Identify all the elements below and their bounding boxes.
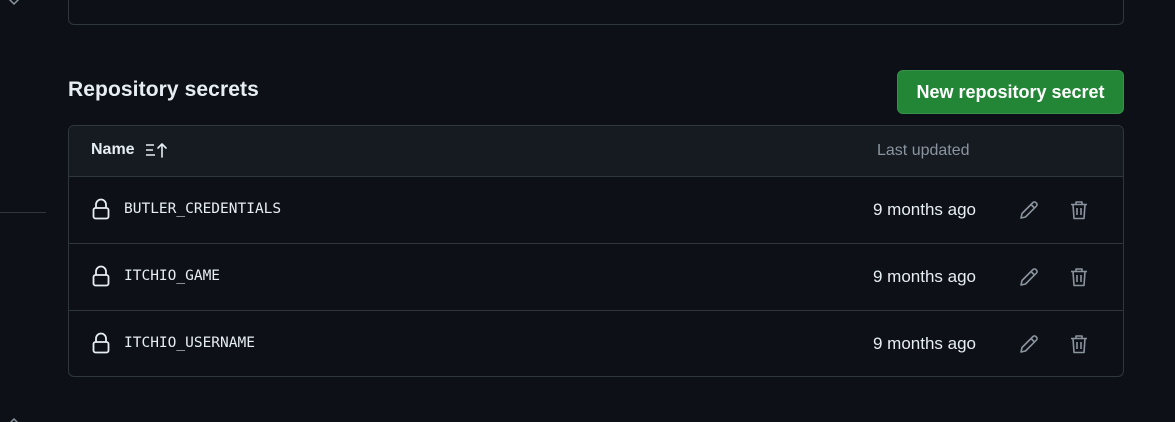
secrets-table: Name Last updated BUTLER_CREDENTIALS 9 m… <box>68 125 1124 377</box>
lock-icon <box>92 332 110 354</box>
sidebar-divider <box>0 212 46 213</box>
secret-name: BUTLER_CREDENTIALS <box>124 201 282 217</box>
secret-name: ITCHIO_USERNAME <box>124 335 255 351</box>
secret-last-updated: 9 months ago <box>873 200 977 219</box>
secrets-page: Repository secrets New repository secret… <box>0 0 1175 422</box>
secret-last-updated: 9 months ago <box>873 334 977 353</box>
chevron-down-icon[interactable] <box>6 0 22 10</box>
name-column-header[interactable]: Name <box>91 141 169 159</box>
trash-icon <box>1071 335 1087 354</box>
last-updated-column-header: Last updated <box>877 142 970 159</box>
secret-row: ITCHIO_GAME 9 months ago <box>69 244 1123 311</box>
pencil-icon <box>1020 268 1038 286</box>
sort-ascending-icon <box>145 143 167 158</box>
delete-secret-button[interactable] <box>1066 264 1092 290</box>
secret-row: BUTLER_CREDENTIALS 9 months ago <box>69 177 1123 244</box>
delete-secret-button[interactable] <box>1066 331 1092 357</box>
edit-secret-button[interactable] <box>1016 331 1042 357</box>
secret-row: ITCHIO_USERNAME 9 months ago <box>69 311 1123 376</box>
secret-last-updated: 9 months ago <box>873 267 977 286</box>
lock-icon <box>92 265 110 287</box>
edit-secret-button[interactable] <box>1016 197 1042 223</box>
pencil-icon <box>1020 201 1038 219</box>
secret-name: ITCHIO_GAME <box>124 268 221 284</box>
trash-icon <box>1071 268 1087 287</box>
trash-icon <box>1071 201 1087 220</box>
previous-section-card <box>68 0 1124 25</box>
lock-icon <box>92 198 110 220</box>
chevron-up-icon[interactable] <box>6 414 22 422</box>
pencil-icon <box>1020 335 1038 353</box>
name-column-label: Name <box>91 141 135 158</box>
edit-secret-button[interactable] <box>1016 264 1042 290</box>
table-header: Name Last updated <box>69 126 1123 177</box>
new-repository-secret-button[interactable]: New repository secret <box>897 70 1124 114</box>
section-title: Repository secrets <box>68 78 259 101</box>
delete-secret-button[interactable] <box>1066 197 1092 223</box>
